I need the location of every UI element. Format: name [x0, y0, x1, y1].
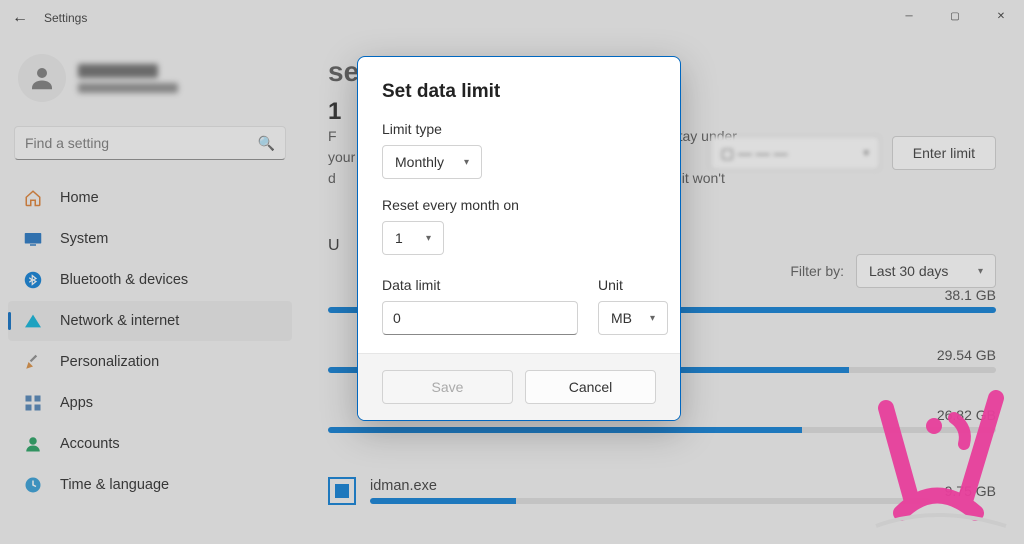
reset-day-select[interactable]: 1▾	[382, 221, 444, 255]
set-data-limit-dialog: Set data limit Limit type Monthly▾ Reset…	[357, 56, 681, 421]
unit-label: Unit	[598, 277, 668, 293]
chevron-down-icon: ▾	[650, 313, 655, 324]
cancel-button[interactable]: Cancel	[525, 370, 656, 404]
chevron-down-icon: ▾	[426, 233, 431, 244]
limit-type-select[interactable]: Monthly▾	[382, 145, 482, 179]
data-limit-label: Data limit	[382, 277, 578, 293]
data-limit-input[interactable]	[382, 301, 578, 335]
reset-label: Reset every month on	[382, 197, 656, 213]
save-button[interactable]: Save	[382, 370, 513, 404]
chevron-down-icon: ▾	[464, 157, 469, 168]
dialog-title: Set data limit	[382, 81, 656, 103]
limit-type-label: Limit type	[382, 121, 656, 137]
unit-select[interactable]: MB▾	[598, 301, 668, 335]
